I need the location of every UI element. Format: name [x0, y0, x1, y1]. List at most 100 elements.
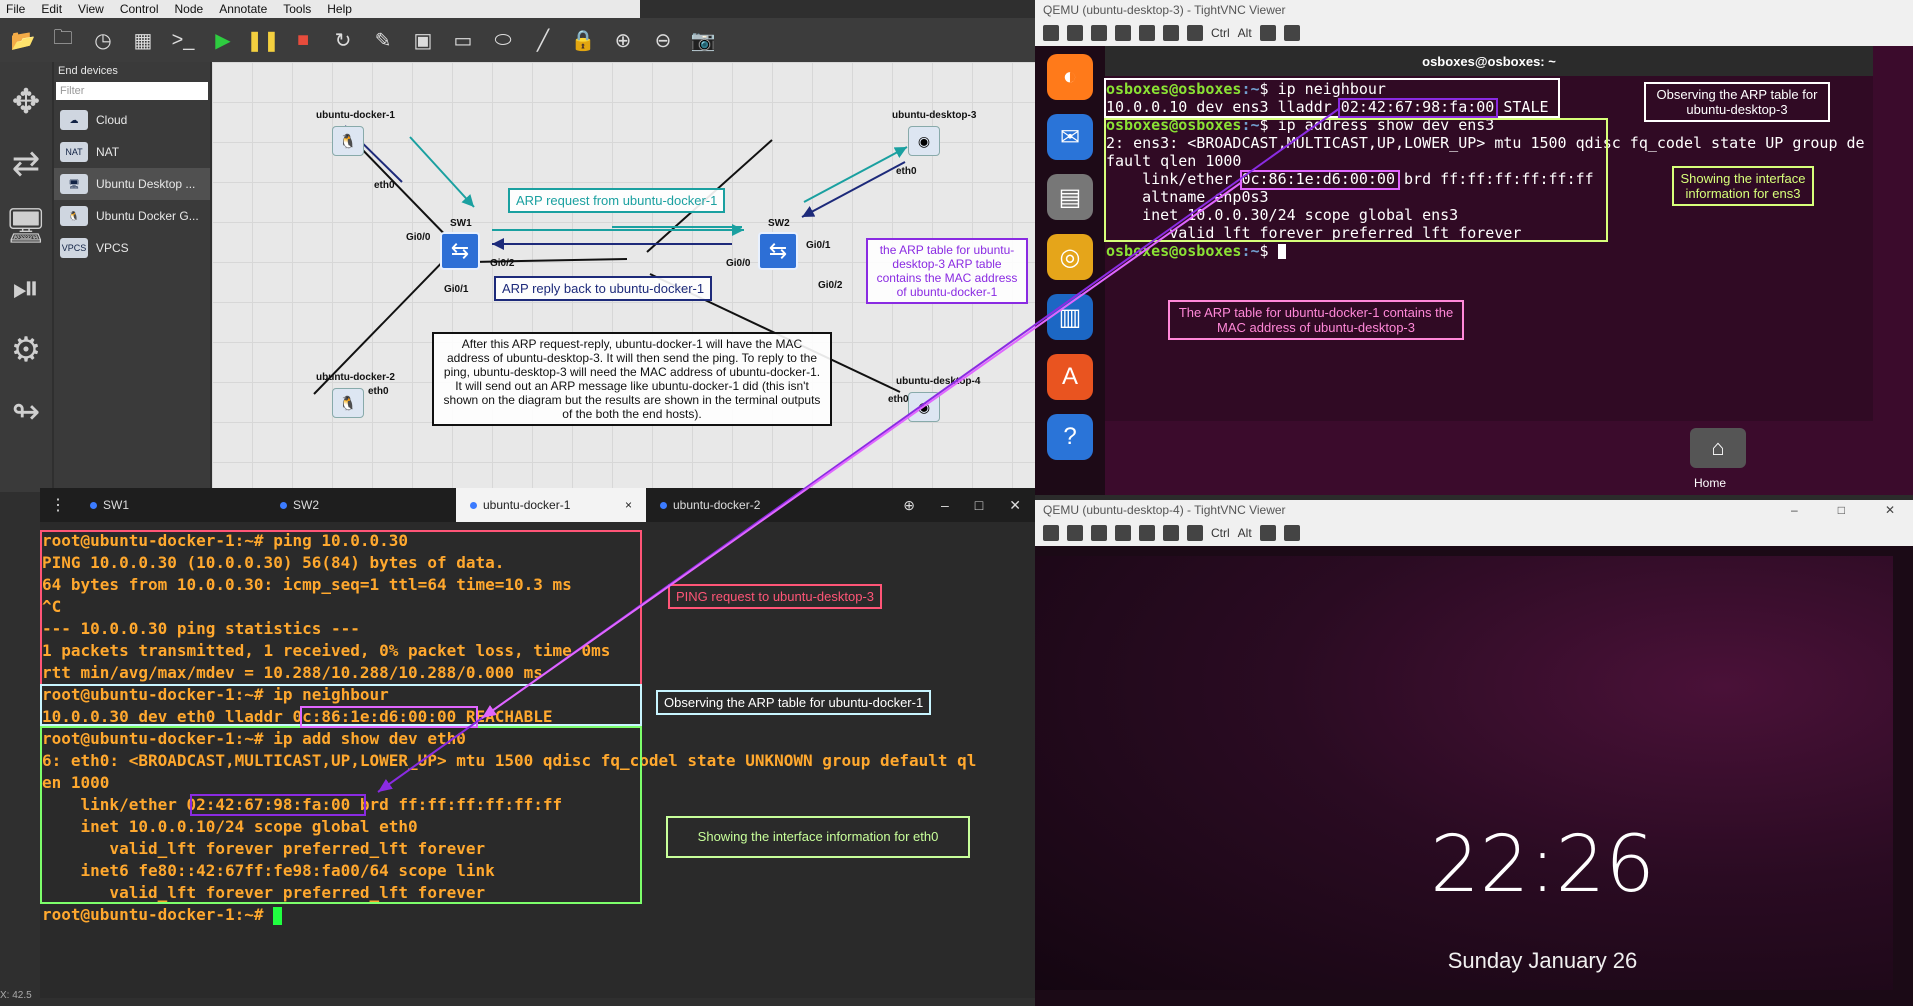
ubuntu-terminal-header: osboxes@osboxes: ~: [1105, 46, 1873, 76]
minimize-icon[interactable]: –: [941, 497, 949, 514]
reload-icon[interactable]: ↻: [328, 25, 358, 55]
app-center-icon[interactable]: A: [1047, 354, 1093, 400]
end-devices-panel: End devices Filter ☁ Cloud NAT NAT 🖥 Ubuntu…: [54, 62, 210, 492]
sw1-switch-icon[interactable]: ⇆: [440, 232, 480, 270]
writer-icon[interactable]: ▥: [1047, 294, 1093, 340]
rectangle-icon[interactable]: ▭: [448, 25, 478, 55]
zoom-out-icon[interactable]: [1283, 525, 1300, 541]
cursor: [1277, 244, 1286, 259]
clock-icon[interactable]: ◷: [88, 25, 118, 55]
ubuntu-docker-1-node[interactable]: 🐧: [332, 126, 364, 156]
add-tab-icon[interactable]: ⊕: [903, 497, 915, 514]
close-icon[interactable]: ✕: [1885, 503, 1895, 517]
ctrl-key[interactable]: Ctrl: [1211, 26, 1230, 40]
alt-key[interactable]: Alt: [1238, 26, 1252, 40]
menu-annotate[interactable]: Annotate: [219, 2, 267, 16]
lock-screen[interactable]: [1035, 556, 1893, 990]
help-icon[interactable]: ?: [1047, 414, 1093, 460]
tab-sw1[interactable]: SW1: [76, 488, 266, 522]
all-devices-icon[interactable]: ⚙: [5, 326, 47, 374]
vnc-tool-icon[interactable]: [1043, 25, 1059, 41]
vnc-tool-icon[interactable]: [1115, 25, 1131, 41]
zoom-in-icon[interactable]: [1259, 25, 1276, 41]
ellipse-icon[interactable]: ⬭: [488, 25, 518, 55]
tab-ubuntu-docker-1[interactable]: ubuntu-docker-1 ×: [456, 488, 646, 522]
vnc-toolbar: Ctrl Alt: [1035, 520, 1913, 546]
pause-icon[interactable]: [1139, 525, 1155, 541]
ctrl-key[interactable]: Ctrl: [1211, 526, 1230, 540]
maximize-icon[interactable]: □: [1838, 503, 1845, 517]
topology-canvas[interactable]: ubuntu-docker-1 🐧 eth0 ubuntu-docker-2 🐧…: [212, 62, 1035, 492]
port-label: Gi0/0: [726, 258, 751, 269]
router-icon[interactable]: ✥: [5, 78, 47, 126]
refresh-icon[interactable]: [1163, 25, 1179, 41]
ubuntu-desktop-3-node[interactable]: ◉: [908, 126, 940, 156]
menu-node[interactable]: Node: [175, 2, 204, 16]
stop-icon[interactable]: ■: [288, 25, 318, 55]
close-icon[interactable]: ✕: [1009, 497, 1021, 514]
menu-help[interactable]: Help: [327, 2, 352, 16]
menu-control[interactable]: Control: [120, 2, 159, 16]
mac-highlight: [300, 706, 478, 728]
vnc-title-bar: QEMU (ubuntu-desktop-4) - TightVNC Viewe…: [1035, 500, 1913, 520]
screenshot-icon[interactable]: 📷: [688, 25, 718, 55]
vnc-tool-icon[interactable]: [1067, 525, 1083, 541]
vnc-tool-icon[interactable]: [1091, 525, 1107, 541]
add-link-icon[interactable]: ↬: [5, 388, 47, 436]
vnc-tool-icon[interactable]: [1115, 525, 1131, 541]
device-item-ubuntu-desktop[interactable]: 🖥 Ubuntu Desktop ...: [54, 168, 210, 200]
snapshot-icon[interactable]: ▦: [128, 25, 158, 55]
firefox-icon[interactable]: ◐: [1047, 54, 1093, 100]
zoom-in-icon[interactable]: ⊕: [608, 25, 638, 55]
edit-note-icon[interactable]: ✎: [368, 25, 398, 55]
close-tab-icon[interactable]: ×: [625, 498, 632, 512]
line-icon[interactable]: ╱: [528, 25, 558, 55]
device-item-cloud[interactable]: ☁ Cloud: [54, 104, 210, 136]
console-icon[interactable]: >_: [168, 25, 198, 55]
lock-icon[interactable]: 🔒: [568, 25, 598, 55]
tab-ubuntu-docker-2[interactable]: ubuntu-docker-2: [646, 488, 836, 522]
rhythmbox-icon[interactable]: ◎: [1047, 234, 1093, 280]
pause-icon[interactable]: ❚❚: [246, 25, 280, 55]
ubuntu-desktop-4-node[interactable]: ◉: [908, 392, 940, 422]
status-dot-icon: [660, 501, 667, 509]
refresh-icon[interactable]: [1163, 525, 1179, 541]
filter-input[interactable]: Filter: [56, 82, 208, 100]
device-item-vpcs[interactable]: VPCS VPCS: [54, 232, 210, 264]
zoom-out-icon[interactable]: ⊖: [648, 25, 678, 55]
menu-edit[interactable]: Edit: [41, 2, 62, 16]
menu-file[interactable]: File: [6, 2, 25, 16]
menu-icon[interactable]: ⋮: [40, 495, 76, 515]
alt-key[interactable]: Alt: [1238, 526, 1252, 540]
menu-view[interactable]: View: [78, 2, 104, 16]
security-icon[interactable]: ⏯: [5, 264, 47, 312]
image-icon[interactable]: ▣: [408, 25, 438, 55]
device-item-ubuntu-docker[interactable]: 🐧 Ubuntu Docker G...: [54, 200, 210, 232]
play-icon[interactable]: ▶: [208, 25, 238, 55]
vnc-tool-icon[interactable]: [1187, 525, 1203, 541]
open-folder-icon[interactable]: 📂: [8, 25, 38, 55]
end-devices-icon[interactable]: 🖥: [4, 202, 47, 250]
vnc-tool-icon[interactable]: [1187, 25, 1203, 41]
files-icon[interactable]: ▤: [1047, 174, 1093, 220]
zoom-in-icon[interactable]: [1259, 525, 1276, 541]
vnc-tool-icon[interactable]: [1091, 25, 1107, 41]
vnc-tool-icon[interactable]: [1043, 525, 1059, 541]
zoom-out-icon[interactable]: [1283, 25, 1300, 41]
menu-tools[interactable]: Tools: [283, 2, 311, 16]
pause-icon[interactable]: [1139, 25, 1155, 41]
sw2-switch-icon[interactable]: ⇆: [758, 232, 798, 270]
port-label: Gi0/2: [818, 280, 843, 291]
folder-icon[interactable]: 🗀: [48, 25, 78, 55]
ubuntu-docker-2-node[interactable]: 🐧: [332, 388, 364, 418]
switch-icon[interactable]: ⇄: [5, 140, 47, 188]
vnc-tool-icon[interactable]: [1067, 25, 1083, 41]
maximize-icon[interactable]: □: [975, 497, 983, 514]
thunderbird-icon[interactable]: ✉: [1047, 114, 1093, 160]
port-label: Gi0/2: [490, 258, 515, 269]
home-icon[interactable]: ⌂: [1690, 428, 1746, 468]
device-item-nat[interactable]: NAT NAT: [54, 136, 210, 168]
minimize-icon[interactable]: –: [1791, 503, 1798, 517]
cursor: [273, 906, 283, 925]
tab-sw2[interactable]: SW2: [266, 488, 456, 522]
